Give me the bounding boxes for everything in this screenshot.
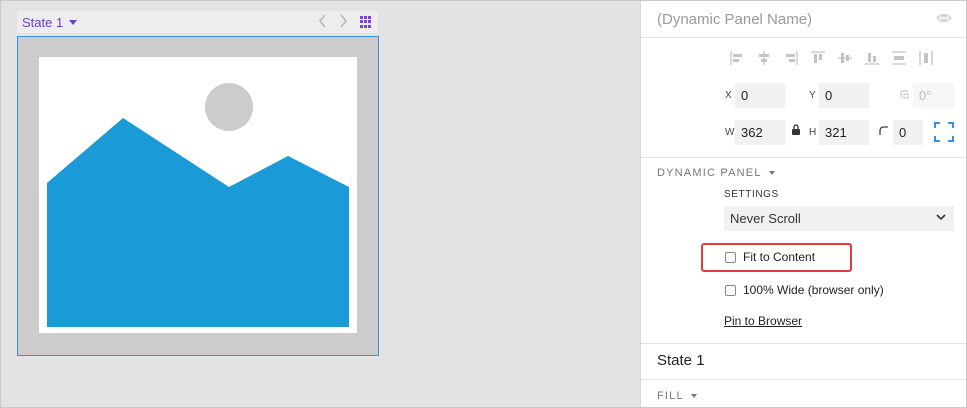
- fit-to-content-checkbox[interactable]: [725, 251, 736, 263]
- state-dropdown-label: State 1: [22, 15, 64, 30]
- mountain-shape: [47, 118, 349, 327]
- corner-radius-field[interactable]: 0: [893, 120, 923, 145]
- align-left-icon[interactable]: [729, 50, 745, 66]
- panel-name-input[interactable]: (Dynamic Panel Name): [657, 11, 812, 28]
- fill-section-label: FILL: [657, 390, 684, 402]
- state-bar: State 1: [17, 11, 378, 33]
- fit-to-content-checkbox-row[interactable]: Fit to Content: [725, 250, 815, 264]
- full-wide-label: 100% Wide (browser only): [743, 283, 884, 297]
- panel-name-row: (Dynamic Panel Name): [641, 0, 967, 38]
- divider: [641, 343, 967, 344]
- divider: [641, 379, 967, 380]
- caret-down-icon: [690, 394, 697, 398]
- align-bottom-icon[interactable]: [864, 50, 880, 66]
- lock-icon[interactable]: [791, 124, 801, 136]
- y-field[interactable]: 0: [819, 83, 869, 108]
- h-label: H: [809, 127, 817, 138]
- states-grid-icon[interactable]: [360, 16, 372, 28]
- dynamic-panel-section-label: DYNAMIC PANEL: [657, 167, 762, 179]
- scroll-select[interactable]: Never Scroll: [724, 206, 954, 231]
- fit-to-content-icon[interactable]: [934, 122, 954, 142]
- w-label: W: [725, 127, 735, 138]
- distribute-horizontal-icon[interactable]: [891, 50, 907, 66]
- align-center-icon[interactable]: [756, 50, 772, 66]
- state-dropdown[interactable]: State 1: [22, 15, 78, 30]
- chevron-left-icon[interactable]: [318, 14, 328, 28]
- x-label: X: [725, 90, 732, 101]
- sun-shape: [205, 83, 253, 131]
- state-title: State 1: [657, 352, 705, 369]
- chevron-right-icon[interactable]: [338, 14, 348, 28]
- fill-section-header[interactable]: FILL: [657, 390, 697, 402]
- eye-icon[interactable]: [936, 12, 952, 24]
- x-field[interactable]: 0: [735, 83, 785, 108]
- chevron-down-icon: [936, 214, 946, 221]
- align-right-icon[interactable]: [783, 50, 799, 66]
- full-wide-checkbox-row[interactable]: 100% Wide (browser only): [725, 283, 884, 297]
- alignment-toolbar: [729, 50, 934, 66]
- image-placeholder: [39, 57, 357, 333]
- settings-label: SETTINGS: [724, 189, 779, 200]
- height-field[interactable]: 321: [819, 120, 869, 145]
- distribute-vertical-icon[interactable]: [918, 50, 934, 66]
- inspector-panel: (Dynamic Panel Name) X 0 Y 0 0° W 362 H …: [640, 0, 967, 408]
- align-middle-icon[interactable]: [837, 50, 853, 66]
- fit-to-content-label: Fit to Content: [743, 250, 816, 264]
- y-label: Y: [809, 90, 816, 101]
- rotation-icon: [900, 90, 909, 99]
- dynamic-panel-section-header[interactable]: DYNAMIC PANEL: [657, 167, 775, 179]
- align-top-icon[interactable]: [810, 50, 826, 66]
- scroll-select-value: Never Scroll: [730, 211, 801, 226]
- dynamic-panel-widget[interactable]: [17, 36, 379, 356]
- corner-radius-icon: [879, 126, 888, 135]
- full-wide-checkbox[interactable]: [725, 284, 736, 296]
- caret-down-icon: [69, 20, 78, 25]
- width-field[interactable]: 362: [735, 120, 785, 145]
- divider: [641, 157, 967, 158]
- image-placeholder-icon: [47, 83, 349, 327]
- pin-to-browser-link[interactable]: Pin to Browser: [724, 314, 802, 328]
- rotation-field[interactable]: 0°: [913, 83, 955, 108]
- caret-down-icon: [768, 171, 775, 175]
